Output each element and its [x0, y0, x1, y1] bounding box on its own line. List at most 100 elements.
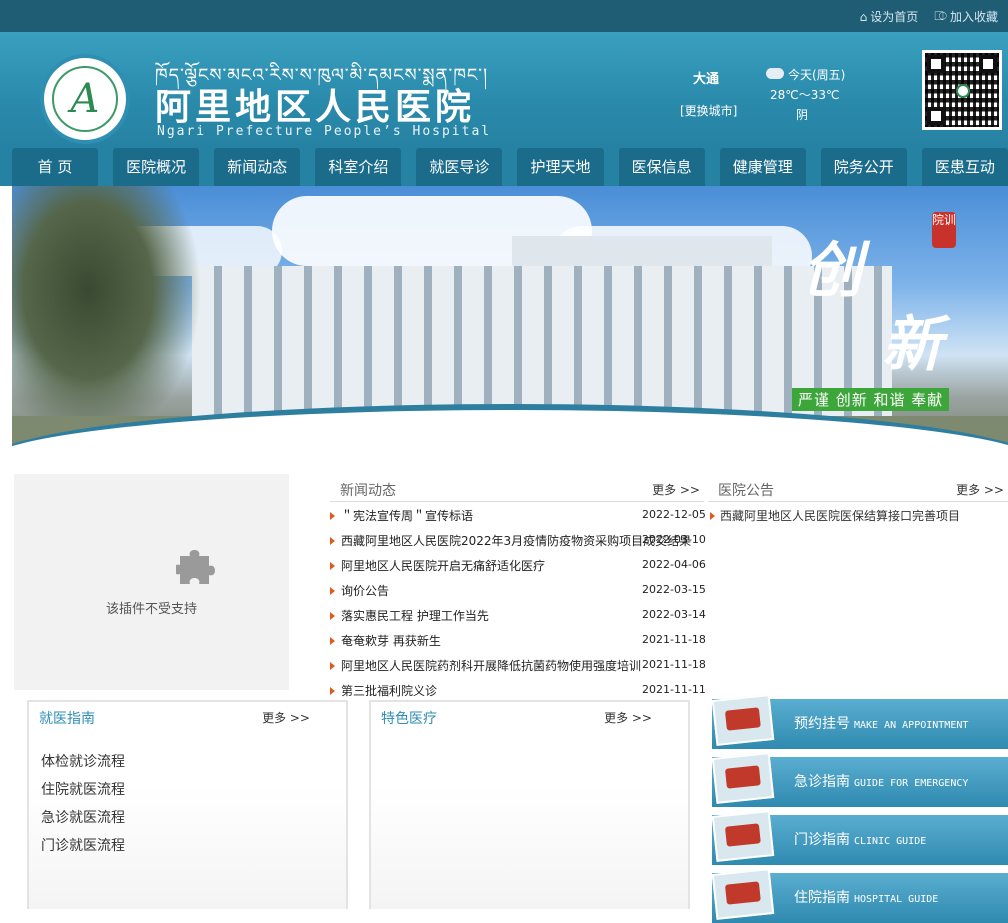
news-item[interactable]: ＂宪法宣传周＂宣传标语 2022-12-05: [330, 504, 706, 529]
news-item-date: 2021-11-18: [642, 658, 706, 671]
news-item[interactable]: 奄奄欶芽 再获新生 2021-11-18: [330, 629, 706, 654]
service-label-cn: 门诊指南: [794, 832, 850, 848]
guide-item[interactable]: 体检就诊流程: [29, 748, 346, 776]
weather-condition: 阴: [796, 108, 809, 122]
service-icon: [711, 694, 775, 746]
nav-item[interactable]: 医保信息: [618, 148, 705, 186]
plugin-message: 该插件不受支持: [105, 602, 197, 617]
arrow-icon: [330, 612, 335, 620]
weather-temp: 28℃～33℃: [770, 88, 840, 102]
nav-item[interactable]: 首 页: [12, 148, 99, 186]
news-item-title[interactable]: 西藏阿里地区人民医院2022年3月疫情防疫物资采购项目成交结果: [341, 532, 691, 549]
puzzle-piece-icon: [176, 550, 215, 584]
add-favorite-label: 加入收藏: [949, 10, 998, 24]
news-section: 新闻动态 更多 >> ＂宪法宣传周＂宣传标语 2022-12-05 西藏阿里地区人民…: [330, 474, 706, 698]
change-city-link[interactable]: [更换城市]: [680, 102, 737, 119]
news-item-title[interactable]: ＂宪法宣传周＂宣传标语: [341, 507, 473, 524]
nav-item[interactable]: 医院概况: [113, 148, 200, 186]
guide-item[interactable]: 门诊就医流程: [29, 832, 346, 860]
arrow-icon: [330, 537, 335, 545]
news-item-title[interactable]: 阿里地区人民医院药剂科开展降低抗菌药物使用强度培训: [341, 657, 641, 674]
hospital-logo[interactable]: A: [40, 54, 130, 144]
service-button[interactable]: 住院指南 HOSPITAL GUIDE: [711, 868, 1008, 923]
service-icon: [711, 752, 775, 804]
news-item-title[interactable]: 落实惠民工程 护理工作当先: [341, 607, 489, 624]
news-item-date: 2022-03-15: [642, 583, 706, 596]
news-item-date: 2022-12-05: [642, 508, 706, 521]
service-label-en: GUIDE FOR EMERGENCY: [854, 778, 969, 789]
nav-item[interactable]: 护理天地: [517, 148, 604, 186]
news-item-date: 2022-03-14: [642, 608, 706, 621]
set-home-label: 设为首页: [870, 10, 919, 24]
service-label-en: MAKE AN APPOINTMENT: [854, 720, 969, 731]
notice-item[interactable]: 西藏阿里地区人民医院医保结算接口完善项目: [708, 504, 1008, 529]
motto-seal: 院训: [932, 212, 956, 248]
main-nav: 首 页医院概况 新闻动态 科室介绍 就医导诊 护理天地 医保信息 健康管理 院务公开 医患互动: [0, 148, 1008, 186]
unsupported-plugin: 该插件不受支持: [14, 474, 289, 690]
service-icon: [711, 810, 775, 862]
news-item[interactable]: 询价公告 2022-03-15: [330, 579, 706, 604]
banner-char-xin: 新: [882, 310, 942, 380]
service-label-cn: 预约挂号: [794, 716, 850, 732]
nav-item[interactable]: 新闻动态: [214, 148, 301, 186]
nav-item[interactable]: 健康管理: [719, 148, 806, 186]
guide-item[interactable]: 住院就医流程: [29, 776, 346, 804]
service-label-en: CLINIC GUIDE: [854, 836, 927, 847]
guide-item[interactable]: 急诊就医流程: [29, 804, 346, 832]
news-item-title[interactable]: 奄奄欶芽 再获新生: [341, 632, 441, 649]
arrow-icon: [330, 662, 335, 670]
news-item-date: 2021-11-11: [642, 683, 706, 696]
hospital-building: [192, 266, 892, 416]
qr-code: [922, 50, 1002, 130]
hospital-name-cn: 阿里地区人民医院: [155, 86, 476, 128]
news-item-title[interactable]: 阿里地区人民医院开启无痛舒适化医疗: [341, 557, 545, 574]
special-box: 特色医疗 更多 >>: [369, 700, 690, 909]
service-label-cn: 住院指南: [794, 890, 850, 906]
arrow-icon: [330, 587, 335, 595]
news-item[interactable]: 落实惠民工程 护理工作当先 2022-03-14: [330, 604, 706, 629]
guide-title: 就医指南: [39, 711, 95, 727]
service-label-cn: 急诊指南: [794, 774, 850, 790]
news-item[interactable]: 西藏阿里地区人民医院2022年3月疫情防疫物资采购项目成交结果 2022-03-1…: [330, 529, 706, 554]
news-item-date: 2021-11-18: [642, 633, 706, 646]
guide-more-link[interactable]: 更多 >>: [262, 709, 310, 726]
news-item[interactable]: 阿里地区人民医院药剂科开展降低抗菌药物使用强度培训 2021-11-18: [330, 654, 706, 679]
notice-more-link[interactable]: 更多 >>: [956, 481, 1004, 498]
news-item-date: 2022-03-10: [642, 533, 706, 546]
nav-item[interactable]: 医患互动: [921, 148, 1008, 186]
add-favorite-link[interactable]: ⎄ 加入收藏: [934, 8, 998, 25]
banner-char-chuang: 创: [802, 236, 862, 306]
service-button[interactable]: 门诊指南 CLINIC GUIDE: [711, 810, 1008, 865]
set-home-link[interactable]: ⌂ 设为首页: [860, 8, 919, 25]
bookmark-icon: ⎄: [934, 9, 947, 23]
arrow-icon: [330, 637, 335, 645]
news-item-title[interactable]: 第三批福利院义诊: [341, 682, 437, 699]
news-item-date: 2022-04-06: [642, 558, 706, 571]
arrow-icon: [330, 512, 335, 520]
service-label-en: HOSPITAL GUIDE: [854, 894, 939, 905]
news-more-link[interactable]: 更多 >>: [652, 481, 700, 498]
service-icon: [711, 868, 775, 920]
special-more-link[interactable]: 更多 >>: [604, 709, 652, 726]
nav-item[interactable]: 院务公开: [820, 148, 907, 186]
notice-item-title[interactable]: 西藏阿里地区人民医院医保结算接口完善项目: [720, 507, 960, 524]
hospital-name-en: Ngari Prefecture People’s Hospital: [157, 124, 492, 139]
weather-day: 今天(周五): [788, 68, 846, 82]
hospital-motto: 严谨 创新 和谐 奉献: [792, 388, 950, 411]
news-item-title[interactable]: 询价公告: [341, 582, 389, 599]
special-title: 特色医疗: [381, 711, 437, 727]
service-button[interactable]: 预约挂号 MAKE AN APPOINTMENT: [711, 694, 1008, 749]
arrow-icon: [330, 687, 335, 695]
news-item[interactable]: 阿里地区人民医院开启无痛舒适化医疗 2022-04-06: [330, 554, 706, 579]
guide-box: 就医指南 更多 >> 体检就诊流程 住院就医流程 急诊就医流程 门诊就医流程: [27, 700, 348, 909]
arrow-icon: [330, 562, 335, 570]
banner-image: 创 新 院训 严谨 创新 和谐 奉献: [12, 186, 1008, 468]
news-title: 新闻动态: [340, 483, 396, 499]
nav-item[interactable]: 就医导诊: [416, 148, 503, 186]
service-button[interactable]: 急诊指南 GUIDE FOR EMERGENCY: [711, 752, 1008, 807]
top-bar: ⌂ 设为首页 ⎄ 加入收藏: [0, 0, 1008, 32]
notice-title: 医院公告: [718, 483, 774, 499]
notice-section: 医院公告 更多 >> 西藏阿里地区人民医院医保结算接口完善项目: [708, 474, 1008, 694]
cloud-icon: [766, 68, 784, 79]
nav-item[interactable]: 科室介绍: [315, 148, 402, 186]
